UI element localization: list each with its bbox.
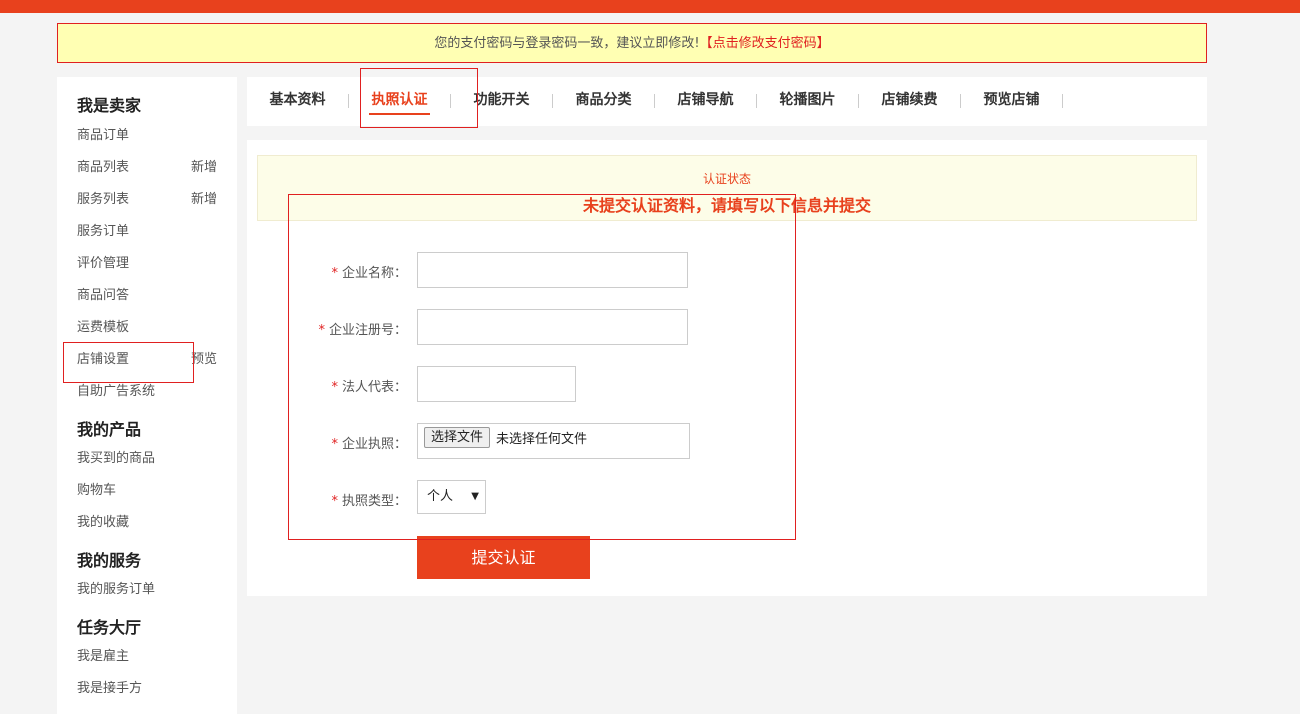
sidebar-item-label: 我是雇主 <box>77 649 130 664</box>
preview-shop-link[interactable]: 预览 <box>191 350 217 370</box>
sidebar-item-qa[interactable]: 商品问答 <box>77 286 217 306</box>
tab-license-verification[interactable]: 执照认证 <box>369 77 430 126</box>
tab-label: 执照认证 <box>371 92 428 108</box>
sidebar-item-purchased[interactable]: 我买到的商品 <box>77 449 217 469</box>
sidebar: 我是卖家 商品订单 商品列表 新增 服务列表 新增 服务订单 评价管理 商品问答 运… <box>57 77 237 714</box>
add-product-link[interactable]: 新增 <box>191 158 217 178</box>
sidebar-item-label: 服务订单 <box>77 224 130 239</box>
license-type-select[interactable]: 个人 ▼ <box>417 480 486 514</box>
required-mark: * <box>318 323 325 338</box>
legal-representative-input[interactable] <box>417 366 576 402</box>
required-mark: * <box>331 437 338 452</box>
sidebar-item-label: 我是接手方 <box>77 681 143 696</box>
sidebar-item-label: 购物车 <box>77 483 117 498</box>
sidebar-group-seller: 我是卖家 <box>77 96 142 115</box>
label-text: 企业名称： <box>341 266 407 281</box>
bracket-close: 】 <box>816 36 830 51</box>
sidebar-item-label: 商品问答 <box>77 288 130 303</box>
company-name-input[interactable] <box>417 252 688 288</box>
choose-file-button[interactable]: 选择文件 <box>424 427 491 448</box>
required-mark: * <box>331 380 338 395</box>
tab-divider <box>756 94 757 108</box>
change-pay-password-link[interactable]: 点击修改支付密码 <box>713 36 817 51</box>
tab-shop-navigation[interactable]: 店铺导航 <box>675 77 736 126</box>
license-verification-panel: 认证状态 未提交认证资料，请填写以下信息并提交 * 企业名称： * 企业注册号： *… <box>247 140 1207 596</box>
sidebar-item-shop-settings[interactable]: 店铺设置 预览 <box>77 350 217 370</box>
label-text: 企业执照： <box>341 437 407 452</box>
active-tab-underline <box>369 113 430 115</box>
warning-text: 您的支付密码与登录密码一致，建议立即修改! <box>434 36 700 51</box>
sidebar-item-label: 我买到的商品 <box>77 451 156 466</box>
sidebar-item-label: 商品列表 <box>77 160 130 175</box>
password-warning-banner: 您的支付密码与登录密码一致，建议立即修改!【点击修改支付密码】 <box>57 23 1207 63</box>
sidebar-item-ad-system[interactable]: 自助广告系统 <box>77 382 217 402</box>
bracket-open: 【 <box>699 36 713 51</box>
tab-shop-renewal[interactable]: 店铺续费 <box>879 77 940 126</box>
sidebar-item-employer[interactable]: 我是雇主 <box>77 647 217 667</box>
tab-divider <box>1062 94 1063 108</box>
label-text: 企业注册号： <box>328 323 407 338</box>
sidebar-item-service-orders[interactable]: 服务订单 <box>77 222 217 242</box>
registration-number-label: * 企业注册号： <box>247 319 407 338</box>
sidebar-item-favorites[interactable]: 我的收藏 <box>77 513 217 533</box>
tab-divider <box>960 94 961 108</box>
sidebar-group-products: 我的产品 <box>77 420 142 439</box>
required-mark: * <box>331 494 338 509</box>
submit-verification-button[interactable]: 提交认证 <box>417 536 590 579</box>
tab-divider <box>450 94 451 108</box>
tab-divider <box>654 94 655 108</box>
verification-status-box: 认证状态 未提交认证资料，请填写以下信息并提交 <box>257 155 1197 221</box>
add-service-link[interactable]: 新增 <box>191 190 217 210</box>
sidebar-item-label: 自助广告系统 <box>77 384 156 399</box>
tab-basic-info[interactable]: 基本资料 <box>267 77 328 126</box>
sidebar-item-label: 商品订单 <box>77 128 130 143</box>
sidebar-item-service-list[interactable]: 服务列表 新增 <box>77 190 217 210</box>
label-text: 法人代表： <box>341 380 407 395</box>
tab-carousel-images[interactable]: 轮播图片 <box>777 77 838 126</box>
sidebar-item-reviews[interactable]: 评价管理 <box>77 254 217 274</box>
sidebar-group-task-hall: 任务大厅 <box>77 618 142 637</box>
selected-value: 个人 <box>427 489 454 504</box>
sidebar-group-services: 我的服务 <box>77 551 142 570</box>
license-file-field: 选择文件 未选择任何文件 <box>417 423 690 459</box>
business-license-label: * 企业执照： <box>247 433 407 452</box>
status-message: 未提交认证资料，请填写以下信息并提交 <box>582 196 871 215</box>
sidebar-item-label: 我的收藏 <box>77 515 130 530</box>
sidebar-item-label: 服务列表 <box>77 192 130 207</box>
dropdown-arrow-icon: ▼ <box>471 491 479 502</box>
tab-divider <box>348 94 349 108</box>
file-status-text: 未选择任何文件 <box>496 432 588 447</box>
required-mark: * <box>331 266 338 281</box>
sidebar-item-product-orders[interactable]: 商品订单 <box>77 126 217 146</box>
tab-divider <box>552 94 553 108</box>
sidebar-item-shipping-templates[interactable]: 运费模板 <box>77 318 217 338</box>
tab-feature-toggles[interactable]: 功能开关 <box>471 77 532 126</box>
legal-representative-label: * 法人代表： <box>247 376 407 395</box>
sidebar-item-my-service-orders[interactable]: 我的服务订单 <box>77 580 217 600</box>
registration-number-input[interactable] <box>417 309 688 345</box>
status-label: 认证状态 <box>702 172 751 186</box>
tab-preview-shop[interactable]: 预览店铺 <box>981 77 1042 126</box>
label-text: 执照类型： <box>341 494 407 509</box>
sidebar-item-label: 我的服务订单 <box>77 582 156 597</box>
sidebar-item-cart[interactable]: 购物车 <box>77 481 217 501</box>
license-type-label: * 执照类型： <box>247 490 407 509</box>
settings-tabs: 基本资料 执照认证 功能开关 商品分类 店铺导航 轮播图片 店铺续费 预览店铺 <box>247 77 1207 126</box>
sidebar-item-label: 店铺设置 <box>77 352 130 367</box>
sidebar-item-label: 评价管理 <box>77 256 130 271</box>
tab-divider <box>858 94 859 108</box>
sidebar-item-contractor[interactable]: 我是接手方 <box>77 679 217 699</box>
tab-product-categories[interactable]: 商品分类 <box>573 77 634 126</box>
top-brand-bar <box>0 0 1300 13</box>
sidebar-item-product-list[interactable]: 商品列表 新增 <box>77 158 217 178</box>
sidebar-item-label: 运费模板 <box>77 320 130 335</box>
company-name-label: * 企业名称： <box>247 262 407 281</box>
